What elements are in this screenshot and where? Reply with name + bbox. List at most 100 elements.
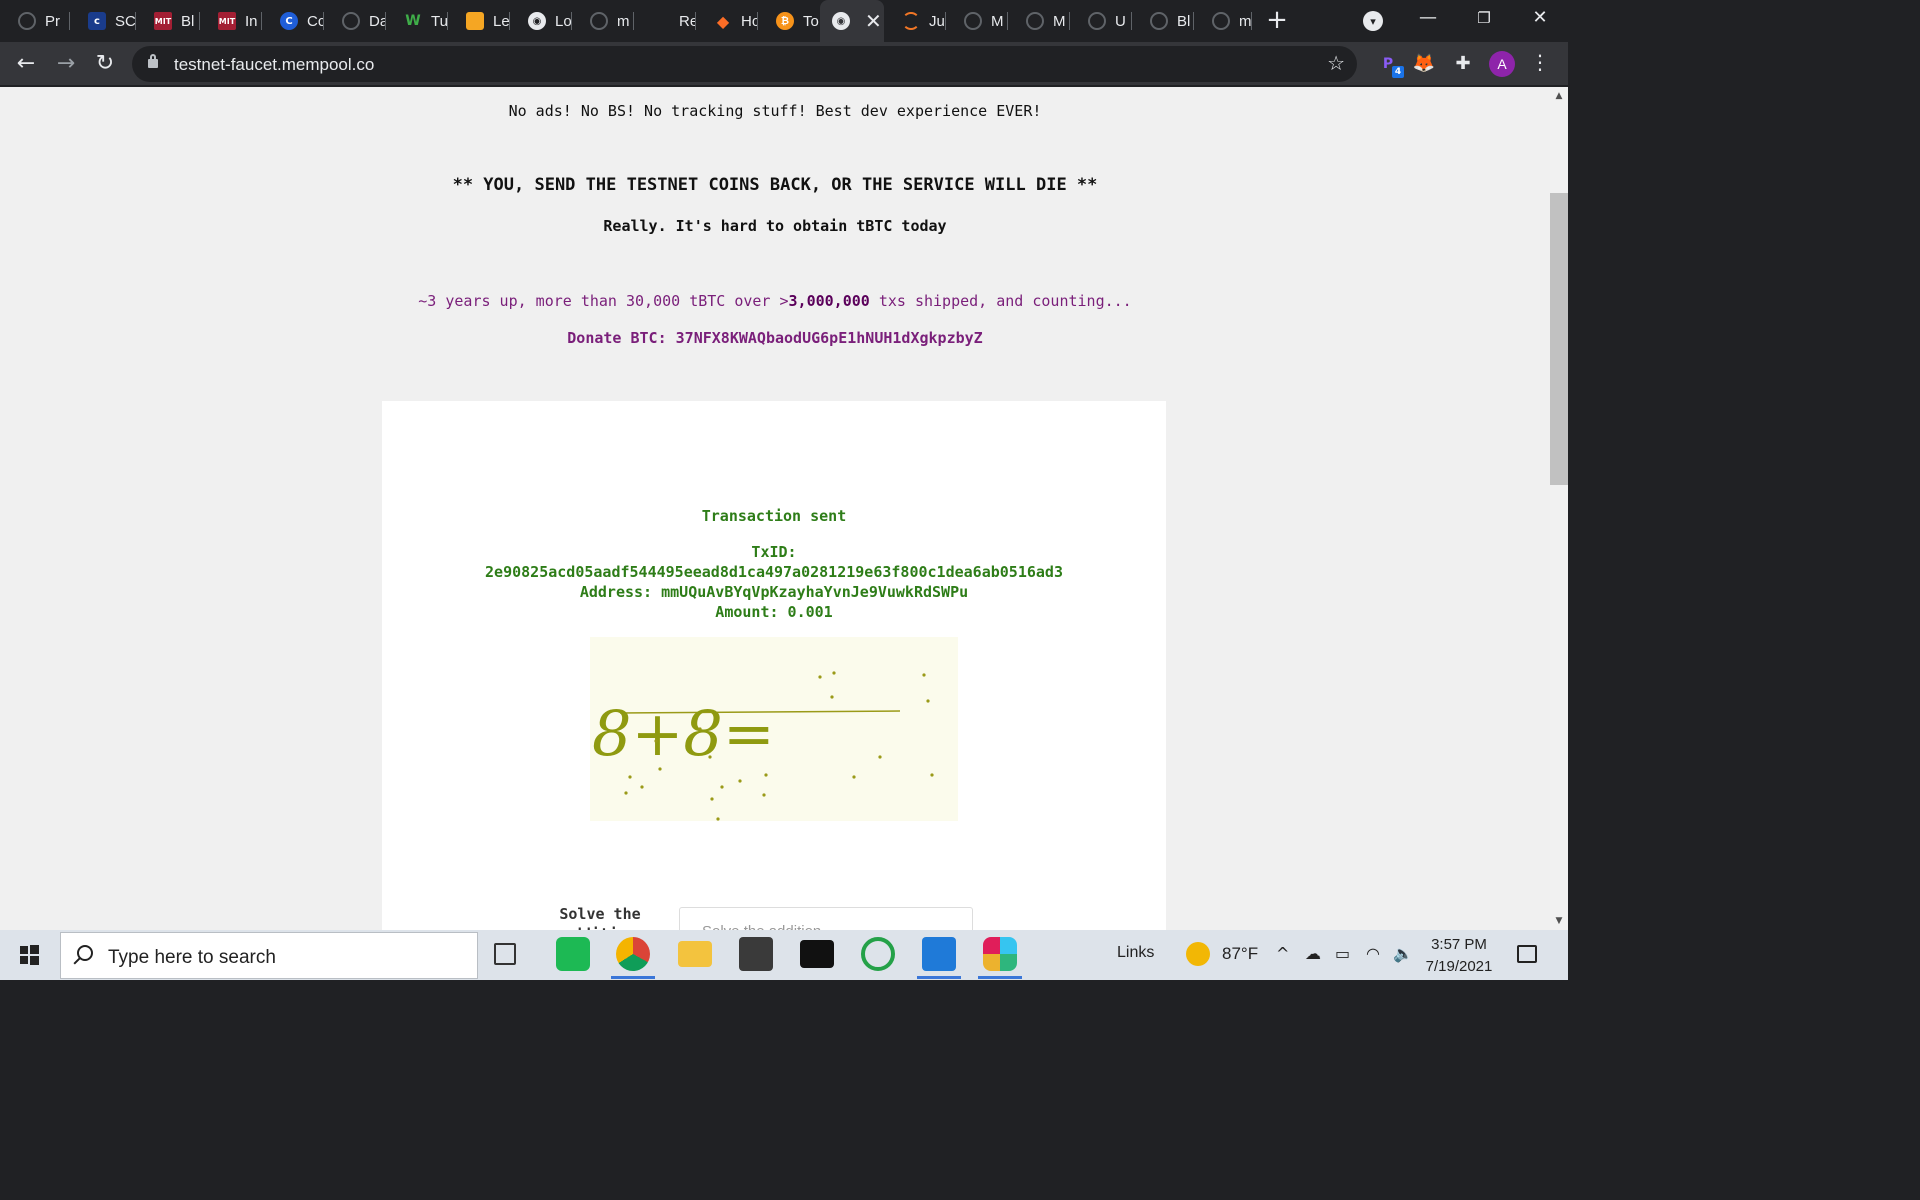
weather-icon[interactable] [1186, 942, 1210, 966]
new-tab-button[interactable]: + [1262, 6, 1292, 36]
tab-18[interactable]: Bl [1132, 4, 1194, 38]
file-explorer-icon[interactable] [678, 941, 712, 967]
system-clock[interactable]: 3:57 PM 7/19/2021 [1418, 934, 1500, 978]
links-toolbar[interactable]: Links [1117, 944, 1154, 962]
github-icon [1088, 12, 1106, 30]
warning-heading: ** YOU, SEND THE TESTNET COINS BACK, OR … [452, 175, 1098, 195]
back-button[interactable]: ← [12, 50, 40, 78]
extension-badge: 4 [1392, 66, 1404, 78]
close-tab-icon[interactable]: ✕ [865, 9, 882, 33]
blank-page-icon [652, 12, 670, 30]
mit-ocw-icon: MIT [154, 12, 172, 30]
txid-value[interactable]: 2e90825acd05aadf544495eead8d1ca497a02812… [382, 563, 1166, 581]
lock-icon[interactable] [148, 54, 158, 68]
taskbar-search-placeholder: Type here to search [108, 947, 276, 968]
tab-8[interactable]: ◉ Lo [510, 4, 572, 38]
scroll-down-arrow-icon[interactable]: ▼ [1554, 916, 1564, 926]
volume-icon[interactable]: 🔈 [1393, 944, 1413, 963]
tab-17[interactable]: U [1070, 4, 1132, 38]
w3-icon: W [405, 13, 421, 29]
txid-label: TxID: [751, 543, 797, 561]
notification-center-icon[interactable] [1517, 945, 1537, 963]
task-view-icon[interactable] [494, 943, 516, 965]
taskbar-search-box[interactable]: Type here to search [60, 932, 478, 979]
globe-icon: ◉ [528, 12, 546, 30]
tab-7[interactable]: Le [448, 4, 510, 38]
metamask-icon[interactable]: 🦊 [1412, 52, 1436, 76]
tab-12[interactable]: ₿ To [758, 4, 820, 38]
github-icon [1150, 12, 1168, 30]
github-icon [1026, 12, 1044, 30]
sc-icon: c [88, 12, 106, 30]
tab-15[interactable]: M [946, 4, 1008, 38]
tab-3[interactable]: MIT In [200, 4, 262, 38]
extension-icon[interactable]: P4 [1376, 52, 1404, 78]
vscode-icon[interactable] [922, 937, 956, 971]
gitlab-icon: ◆ [716, 11, 730, 31]
github-icon [590, 12, 608, 30]
stats-prefix: ~3 years up, more than 30,000 tBTC over … [418, 292, 789, 310]
stats-line: ~3 years up, more than 30,000 tBTC over … [0, 292, 1550, 310]
captcha-drawing: 8+8= [592, 671, 934, 821]
browser-toolbar: ← → ↻ testnet-faucet.mempool.co ☆ P4 🦊 ✚… [0, 42, 1568, 86]
tab-11[interactable]: ◆ Ho [696, 4, 758, 38]
tab-9[interactable]: m [572, 4, 634, 38]
reload-button[interactable]: ↻ [91, 50, 119, 78]
profile-avatar[interactable]: A [1489, 51, 1515, 77]
captcha-image: 8+8= [590, 637, 958, 821]
globe-icon: ◉ [832, 12, 850, 30]
address-bar[interactable]: testnet-faucet.mempool.co ☆ [132, 46, 1357, 82]
app-box-icon[interactable] [739, 937, 773, 971]
tab-4[interactable]: C Cc [262, 4, 324, 38]
restore-button[interactable]: ❐ [1456, 4, 1512, 34]
wifi-icon[interactable]: ◠ [1366, 944, 1380, 963]
windows-logo-icon [20, 945, 39, 965]
sync-app-icon[interactable] [861, 937, 895, 971]
jupyter-icon [902, 12, 920, 30]
solve-label: Solve the addition [559, 905, 641, 930]
windows-taskbar: Type here to search Links 87°F ^ ☁ ▭ ◠ 🔈… [0, 930, 1568, 980]
chrome-icon[interactable] [616, 937, 650, 971]
scrollbar-thumb[interactable] [1550, 193, 1568, 485]
browser-menu-icon[interactable]: ⋮ [1530, 50, 1550, 78]
url-text[interactable]: testnet-faucet.mempool.co [174, 55, 374, 75]
donate-line: Donate BTC: 37NFX8KWAQbaodUG6pE1hNUH1dXg… [567, 329, 983, 347]
onedrive-error-icon[interactable]: ☁ [1305, 944, 1321, 963]
terminal-icon[interactable] [800, 940, 834, 968]
tab-5[interactable]: Da [324, 4, 386, 38]
clock-time: 3:57 PM [1431, 936, 1487, 953]
page-scrollbar[interactable]: ▲ ▼ [1550, 87, 1568, 930]
stats-count: 3,000,000 [788, 292, 870, 310]
minimize-button[interactable]: — [1400, 4, 1456, 34]
tab-0[interactable]: Pr [0, 4, 70, 38]
tray-chevron-icon[interactable]: ^ [1276, 944, 1289, 963]
slack-icon[interactable] [983, 937, 1017, 971]
tab-1[interactable]: c SC [70, 4, 136, 38]
extensions-puzzle-icon[interactable]: ✚ [1451, 52, 1475, 76]
tab-10[interactable]: Re [634, 4, 696, 38]
coursera-icon: C [280, 12, 298, 30]
close-window-button[interactable]: ✕ [1512, 4, 1568, 34]
captcha-answer-input[interactable]: Solve the addition [679, 907, 973, 930]
clock-date: 7/19/2021 [1425, 958, 1493, 975]
tab-19[interactable]: m [1194, 4, 1252, 38]
tab-active[interactable]: ◉ ✕ [820, 0, 884, 42]
tab-2[interactable]: MIT Bl [136, 4, 200, 38]
tab-6[interactable]: W Tu [386, 4, 448, 38]
battery-icon[interactable]: ▭ [1335, 944, 1350, 963]
chrome-active-indicator [611, 976, 655, 979]
mit-ocw-icon: MIT [218, 12, 236, 30]
bookmark-star-icon[interactable]: ☆ [1327, 51, 1345, 75]
bitcoin-icon: ₿ [776, 12, 794, 30]
forward-button[interactable]: → [52, 50, 80, 78]
weather-temp[interactable]: 87°F [1222, 944, 1258, 964]
tab-search-icon[interactable]: ▾ [1363, 11, 1383, 31]
tab-16[interactable]: M [1008, 4, 1070, 38]
transaction-status: Transaction sent [701, 507, 847, 525]
scroll-up-arrow-icon[interactable]: ▲ [1554, 91, 1564, 101]
tab-14[interactable]: Ju [884, 4, 946, 38]
tab-strip: Pr c SC MIT Bl MIT In C Cc Da W Tu Le ◉ Lo m R… [0, 0, 1568, 42]
start-button[interactable] [0, 930, 58, 980]
stats-suffix: txs shipped, and counting... [869, 292, 1132, 310]
spotify-icon[interactable] [556, 937, 590, 971]
